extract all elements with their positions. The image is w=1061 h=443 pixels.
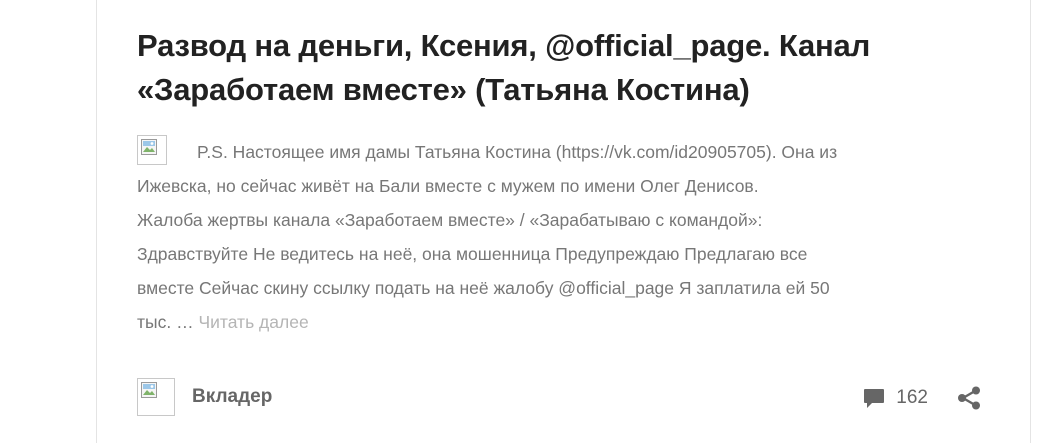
comment-bubble-icon — [864, 389, 885, 408]
page: Развод на деньги, Ксения, @official_page… — [0, 0, 1061, 443]
post-footer: Вкладер 162 — [137, 378, 982, 418]
post-card: Развод на деньги, Ксения, @official_page… — [96, 0, 1031, 443]
comments-link[interactable]: 162 — [862, 385, 928, 411]
broken-image-icon — [141, 382, 157, 398]
share-icon[interactable] — [956, 385, 982, 411]
excerpt-line: Здравствуйте Не ведитесь на неё, она мош… — [137, 244, 808, 264]
excerpt-line: Жалоба жертвы канала «Заработаем вместе»… — [137, 210, 763, 230]
excerpt-line: вместе Сейчас скину ссылку подать на неё… — [137, 278, 830, 298]
post-thumbnail[interactable] — [137, 135, 167, 165]
post-excerpt: P.S. Настоящее имя дамы Татьяна Костина … — [137, 135, 997, 339]
excerpt-line: тыс. … — [137, 312, 194, 332]
author-name[interactable]: Вкладер — [192, 385, 272, 409]
excerpt-line: P.S. Настоящее имя дамы Татьяна Костина … — [197, 142, 838, 162]
broken-image-icon — [141, 139, 157, 155]
excerpt-line: Ижевска, но сейчас живёт на Бали вместе … — [137, 176, 759, 196]
read-more-link[interactable]: Читать далее — [198, 312, 308, 332]
excerpt-last-line: тыс. … Читать далее — [137, 305, 997, 339]
author-avatar[interactable] — [137, 378, 175, 416]
post-title[interactable]: Развод на деньги, Ксения, @official_page… — [137, 24, 997, 112]
comment-count: 162 — [896, 387, 928, 408]
